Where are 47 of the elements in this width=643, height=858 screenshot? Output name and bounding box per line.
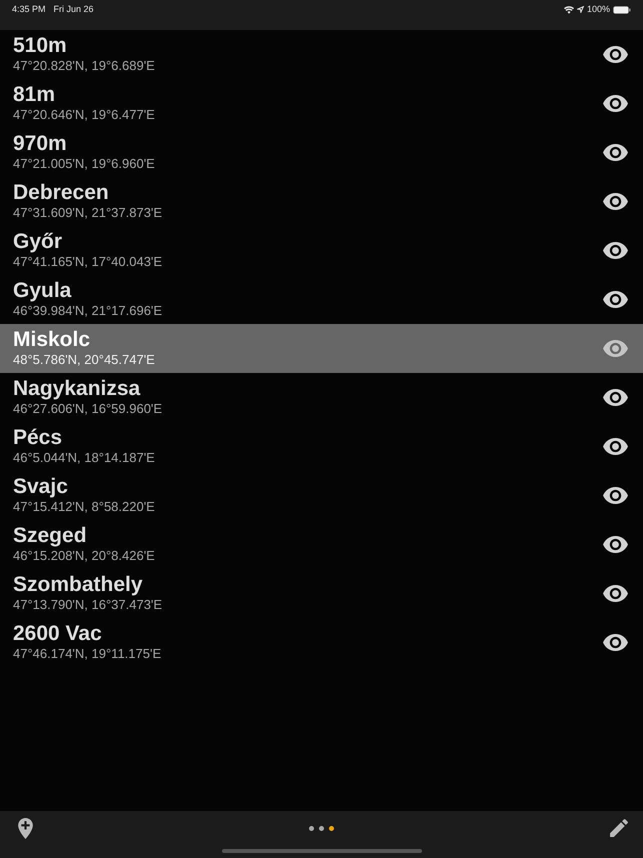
location-coordinates: 47°31.609'N, 21°37.873'E <box>13 204 162 220</box>
eye-icon[interactable] <box>603 144 628 161</box>
wifi-icon <box>564 6 574 14</box>
location-name: Szeged <box>13 524 88 548</box>
eye-icon[interactable] <box>603 242 628 259</box>
eye-icon[interactable] <box>603 95 628 112</box>
location-coordinates: 47°13.790'N, 16°37.473'E <box>13 596 162 612</box>
location-coordinates: 47°46.174'N, 19°11.175'E <box>13 646 162 662</box>
location-name: Pécs <box>13 426 64 450</box>
location-name: 510m <box>13 34 68 58</box>
location-coordinates: 47°20.646'N, 19°6.477'E <box>13 106 155 122</box>
location-name: Gyula <box>13 278 72 302</box>
location-name: Miskolc <box>13 328 92 352</box>
eye-icon[interactable] <box>603 291 628 308</box>
location-coordinates: 47°41.165'N, 17°40.043'E <box>13 254 162 270</box>
eye-icon[interactable] <box>603 193 628 210</box>
eye-icon[interactable] <box>603 634 628 651</box>
location-coordinates: 47°20.828'N, 19°6.689'E <box>13 58 155 74</box>
status-date: Fri Jun 26 <box>54 4 94 15</box>
eye-icon[interactable] <box>603 536 628 553</box>
location-coordinates: 47°21.005'N, 19°6.960'E <box>13 156 155 172</box>
location-coordinates: 46°5.044'N, 18°14.187'E <box>13 450 155 466</box>
location-name: 2600 Vac <box>13 622 103 646</box>
location-name: Szombathely <box>13 572 144 596</box>
location-row[interactable]: Miskolc 48°5.786'N, 20°45.747'E <box>0 324 643 373</box>
location-arrow-icon <box>576 6 584 13</box>
eye-icon[interactable] <box>603 438 628 455</box>
battery-percentage: 100% <box>586 4 610 15</box>
location-name: 81m <box>13 82 56 106</box>
pencil-icon[interactable] <box>610 819 628 837</box>
location-name: Győr <box>13 230 64 254</box>
eye-icon[interactable] <box>603 389 628 406</box>
location-coordinates: 46°15.208'N, 20°8.426'E <box>13 548 155 564</box>
location-name: Svajc <box>13 474 69 498</box>
eye-icon[interactable] <box>603 585 628 602</box>
location-name: Nagykanizsa <box>13 376 142 400</box>
location-name: 970m <box>13 132 68 156</box>
location-name: Debrecen <box>13 180 110 204</box>
location-coordinates: 46°27.606'N, 16°59.960'E <box>13 400 162 416</box>
eye-icon[interactable] <box>603 487 628 504</box>
battery-icon <box>613 6 631 14</box>
location-coordinates: 47°15.412'N, 8°58.220'E <box>13 498 155 514</box>
eye-icon[interactable] <box>603 46 628 63</box>
location-coordinates: 46°39.984'N, 21°17.696'E <box>13 302 162 318</box>
add-location-icon[interactable] <box>18 818 33 838</box>
status-time: 4:35 PM <box>12 4 46 15</box>
location-coordinates: 48°5.786'N, 20°45.747'E <box>13 352 155 368</box>
